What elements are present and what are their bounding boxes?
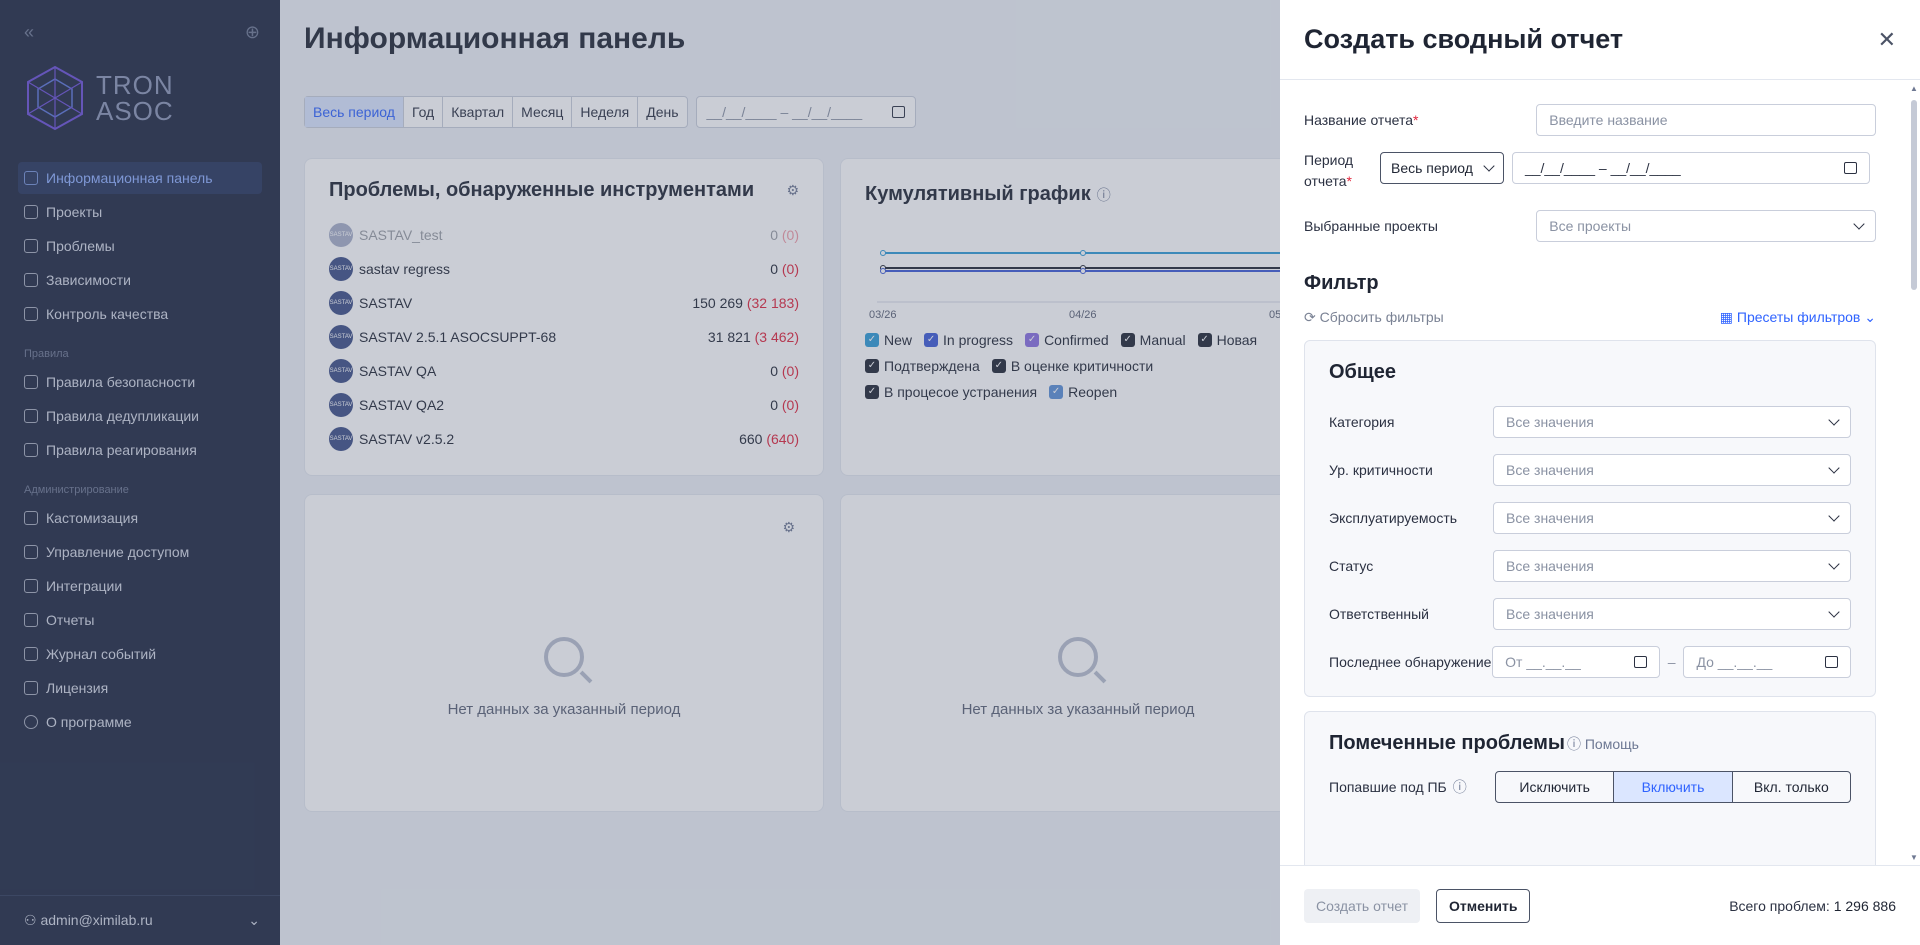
- report-period-row: Период отчета* Весь период __/__/____ – …: [1304, 152, 1876, 192]
- info-icon[interactable]: ⓘ: [1453, 777, 1467, 797]
- filter-presets-button[interactable]: ▦ Пресеты фильтров ⌄: [1720, 309, 1876, 326]
- total-label: Всего проблем:: [1729, 897, 1830, 914]
- general-filter-panel: Общее Категория Все значения Ур. критично…: [1304, 340, 1876, 697]
- chevron-down-icon: [1853, 218, 1865, 230]
- projects-select-value: Все проекты: [1549, 218, 1632, 234]
- chevron-down-icon: [1828, 414, 1840, 426]
- report-period-label-1: Период: [1304, 152, 1354, 168]
- chevron-down-icon: [1828, 462, 1840, 474]
- report-period-label-2: отчета: [1304, 173, 1347, 189]
- marked-row: Попавшие под ПБ ⓘ Исключить Включить Вкл.…: [1329, 763, 1851, 811]
- drawer-title: Создать сводный отчет: [1304, 24, 1624, 54]
- range-separator: –: [1667, 654, 1676, 670]
- filter-label: Ответственный: [1329, 606, 1429, 622]
- scroll-down-icon[interactable]: ▼: [1910, 853, 1918, 862]
- filter-row-exploitability: Эксплуатируемость Все значения: [1329, 494, 1851, 542]
- option-only[interactable]: Вкл. только: [1733, 772, 1850, 802]
- drawer-scrollbar[interactable]: ▲ ▼: [1910, 84, 1918, 862]
- filter-row-category: Категория Все значения: [1329, 398, 1851, 446]
- period-date-input[interactable]: __/__/____ – __/__/____: [1511, 152, 1870, 184]
- close-icon[interactable]: ✕: [1878, 27, 1896, 53]
- refresh-icon: ⟳: [1304, 309, 1320, 325]
- scrollbar-thumb[interactable]: [1911, 100, 1917, 290]
- help-label: Помощь: [1584, 735, 1639, 752]
- filter-title: Фильтр: [1304, 272, 1379, 294]
- exploitability-select[interactable]: Все значения: [1493, 502, 1851, 534]
- filter-row-last-detection: Последнее обнаружение От __.__.__ – До _…: [1329, 638, 1852, 686]
- assignee-select[interactable]: Все значения: [1493, 598, 1851, 630]
- calendar-icon: [1633, 656, 1647, 668]
- drawer-footer: Создать отчет Отменить Всего проблем: 1 …: [1280, 865, 1920, 945]
- filter-row-status: Статус Все значения: [1329, 542, 1851, 590]
- filter-actions: ⟳ Сбросить фильтры ▦ Пресеты фильтров ⌄: [1304, 309, 1876, 326]
- info-icon: ⓘ: [1566, 735, 1585, 752]
- select-value: Все значения: [1506, 462, 1594, 478]
- marked-toggle: Исключить Включить Вкл. только: [1495, 771, 1851, 803]
- marked-issues-panel: Помеченные проблемы ⓘ Помощь Попавшие по…: [1304, 711, 1876, 865]
- scroll-up-icon[interactable]: ▲: [1910, 84, 1918, 93]
- modal-overlay[interactable]: [0, 0, 1280, 945]
- marked-row-label: Попавшие под ПБ: [1329, 779, 1447, 795]
- severity-select[interactable]: Все значения: [1493, 454, 1851, 486]
- general-panel-title: Общее: [1329, 361, 1397, 383]
- report-name-label: Название отчета: [1304, 112, 1413, 128]
- cancel-button[interactable]: Отменить: [1436, 888, 1531, 923]
- reset-filters-button[interactable]: ⟳ Сбросить фильтры: [1304, 309, 1444, 326]
- date-from-input[interactable]: От __.__.__: [1492, 646, 1660, 678]
- select-value: Все значения: [1506, 558, 1594, 574]
- report-name-row: Название отчета* Введите название: [1304, 104, 1876, 136]
- drawer-body: Название отчета* Введите название Период…: [1280, 80, 1920, 865]
- select-value: Все значения: [1506, 414, 1594, 430]
- filter-label: Статус: [1329, 558, 1374, 574]
- filter-label: Последнее обнаружение: [1329, 654, 1492, 670]
- option-exclude[interactable]: Исключить: [1496, 772, 1615, 802]
- filter-presets-label: Пресеты фильтров: [1736, 309, 1861, 325]
- period-select-value: Весь период: [1391, 160, 1473, 176]
- create-report-drawer: Создать сводный отчет ✕ Название отчета*…: [1280, 0, 1920, 945]
- filter-row-assignee: Ответственный Все значения: [1329, 590, 1851, 638]
- filter-label: Ур. критичности: [1329, 462, 1433, 478]
- calendar-icon: [1843, 162, 1857, 174]
- presets-icon: ▦: [1719, 309, 1737, 325]
- create-report-button[interactable]: Создать отчет: [1304, 888, 1421, 923]
- select-value: Все значения: [1506, 606, 1594, 622]
- filter-label: Категория: [1329, 414, 1395, 430]
- projects-select[interactable]: Все проекты: [1536, 210, 1876, 242]
- status-select[interactable]: Все значения: [1493, 550, 1851, 582]
- chevron-down-icon: [1828, 606, 1840, 618]
- category-select[interactable]: Все значения: [1493, 406, 1851, 438]
- help-link[interactable]: ⓘ Помощь: [1567, 734, 1639, 754]
- period-select[interactable]: Весь период: [1380, 152, 1504, 184]
- select-value: Все значения: [1506, 510, 1594, 526]
- option-include[interactable]: Включить: [1614, 772, 1733, 802]
- date-to-placeholder: До __.__.__: [1696, 654, 1773, 670]
- drawer-header: Создать сводный отчет ✕: [1280, 0, 1920, 80]
- total-issues: Всего проблем: 1 296 886: [1729, 898, 1896, 914]
- calendar-icon: [1825, 656, 1839, 668]
- date-to-input[interactable]: До __.__.__: [1683, 646, 1852, 678]
- total-value: 1 296 886: [1833, 897, 1896, 914]
- period-date-placeholder: __/__/____ – __/__/____: [1524, 160, 1681, 176]
- report-name-input[interactable]: Введите название: [1536, 104, 1876, 136]
- filter-label: Эксплуатируемость: [1329, 510, 1458, 526]
- marked-panel-title: Помеченные проблемы: [1329, 732, 1565, 754]
- chevron-down-icon: [1828, 510, 1840, 522]
- projects-row: Выбранные проекты Все проекты: [1304, 210, 1876, 242]
- date-from-placeholder: От __.__.__: [1505, 654, 1581, 670]
- filter-row-severity: Ур. критичности Все значения: [1329, 446, 1851, 494]
- reset-filters-label: Сбросить фильтры: [1319, 309, 1444, 325]
- report-name-placeholder: Введите название: [1549, 112, 1668, 128]
- projects-label: Выбранные проекты: [1304, 218, 1438, 234]
- chevron-down-icon: [1483, 160, 1495, 172]
- chevron-down-icon: [1828, 558, 1840, 570]
